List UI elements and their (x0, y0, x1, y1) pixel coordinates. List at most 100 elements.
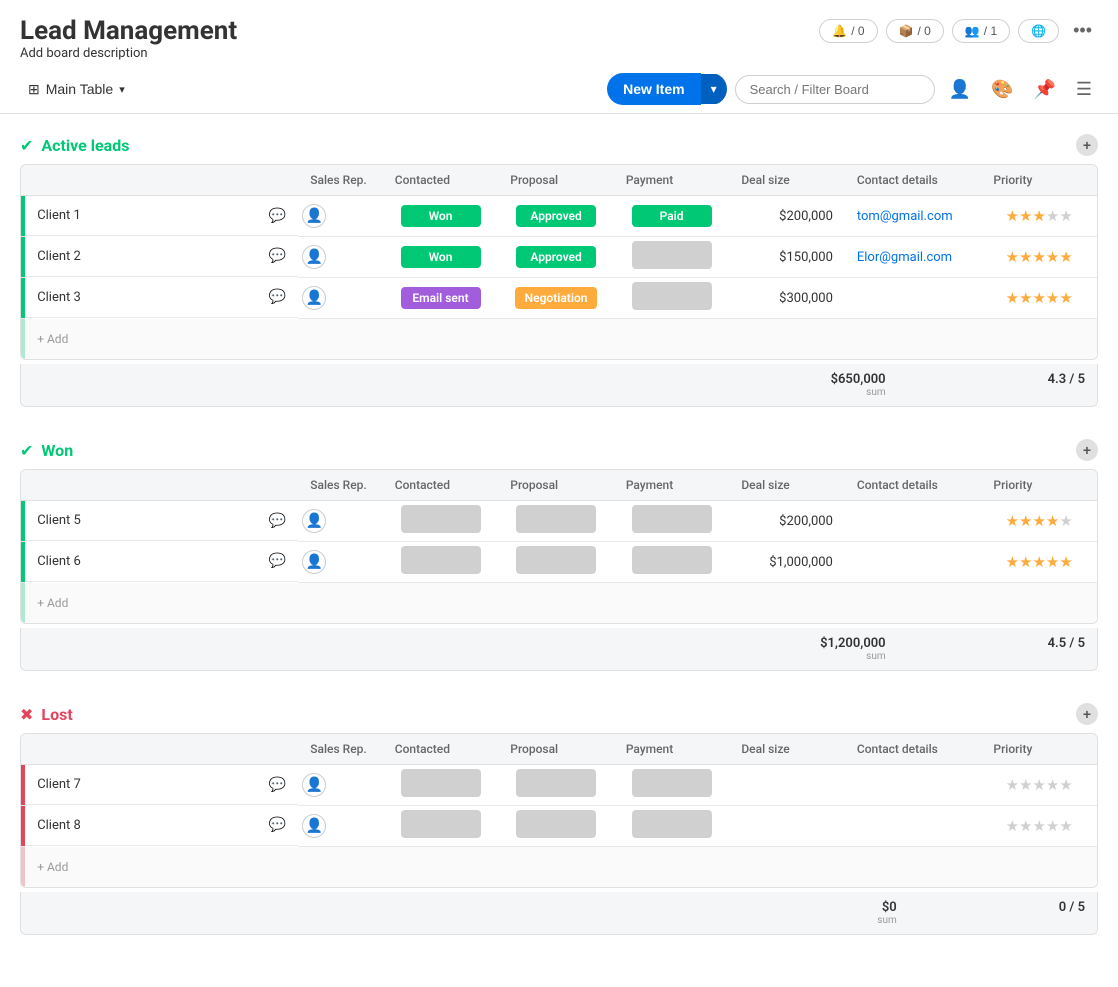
cell-name: Client 1 💬 (25, 196, 298, 236)
th-proposal-active: Proposal (498, 165, 614, 196)
comment-icon[interactable]: 💬 (269, 208, 286, 224)
badge-approved[interactable]: Approved (516, 246, 596, 268)
group-chevron-active[interactable]: ✔ (20, 136, 33, 155)
star-empty: ★ (1032, 776, 1045, 794)
cell-sales-rep: 👤 (298, 196, 382, 237)
star-filled: ★ (1006, 553, 1019, 571)
people-count: / 1 (984, 24, 997, 38)
badge-approved[interactable]: Approved (516, 205, 596, 227)
pin-icon-btn[interactable]: 📌 (1027, 75, 1061, 104)
group-add-btn-won[interactable]: + (1076, 439, 1098, 461)
badge-empty (632, 769, 712, 797)
activity-icon: 🔔 (832, 24, 847, 38)
cell-sales-rep: 👤 (298, 542, 382, 583)
comment-icon[interactable]: 💬 (269, 289, 286, 305)
main-table-btn[interactable]: ⊞ Main Table ▾ (20, 75, 133, 104)
badge-negotiation[interactable]: Negotiation (515, 287, 598, 309)
comment-icon[interactable]: 💬 (269, 817, 286, 833)
badge-email-sent[interactable]: Email sent (401, 287, 481, 309)
new-item-caret[interactable]: ▾ (701, 74, 727, 104)
comment-icon[interactable]: 💬 (269, 777, 286, 793)
star-filled: ★ (1032, 512, 1045, 530)
badge-empty (401, 810, 481, 838)
inbox-btn[interactable]: 📦 / 0 (886, 19, 944, 43)
group-title-lost[interactable]: Lost (41, 705, 72, 724)
group-chevron-won[interactable]: ✔ (20, 441, 33, 460)
th-contact-won: Contact details (845, 470, 982, 501)
cell-contacted[interactable]: Won (383, 237, 499, 278)
search-input[interactable] (735, 75, 935, 104)
more-btn[interactable]: ••• (1067, 16, 1098, 45)
people-btn[interactable]: 👥 / 1 (952, 19, 1010, 43)
cell-proposal[interactable] (498, 806, 614, 847)
cell-proposal[interactable]: Negotiation (498, 278, 614, 319)
sum-deal-won: $1,200,000 sum (820, 636, 886, 662)
cell-contacted[interactable] (383, 501, 499, 542)
globe-btn[interactable]: 🌐 (1018, 19, 1059, 43)
cell-payment[interactable] (614, 278, 730, 319)
cell-proposal[interactable] (498, 501, 614, 542)
th-payment-won: Payment (614, 470, 730, 501)
new-item-wrap: New Item ▾ (607, 73, 727, 105)
palette-icon-btn[interactable]: 🎨 (985, 75, 1019, 104)
star-empty: ★ (1046, 207, 1059, 225)
user-icon-btn[interactable]: 👤 (943, 75, 977, 104)
cell-payment[interactable] (614, 765, 730, 806)
cell-contacted[interactable]: Email sent (383, 278, 499, 319)
comment-icon[interactable]: 💬 (269, 553, 286, 569)
cell-contacted[interactable]: Won (383, 196, 499, 237)
table-row: Client 3 💬 👤 Email sent Negotiation $300… (21, 278, 1097, 319)
avatar: 👤 (302, 814, 326, 838)
cell-contacted[interactable] (383, 806, 499, 847)
cell-contacted[interactable] (383, 765, 499, 806)
cell-contacted[interactable] (383, 542, 499, 583)
cell-proposal[interactable] (498, 542, 614, 583)
star-filled: ★ (1006, 289, 1019, 307)
new-item-button[interactable]: New Item (607, 73, 700, 105)
add-link[interactable]: + Add (25, 852, 80, 882)
cell-payment[interactable]: Paid (614, 196, 730, 237)
activity-count: / 0 (851, 24, 864, 38)
content-area: ✔ Active leads + Sales Rep. Contacted Pr… (0, 114, 1118, 987)
cell-proposal[interactable]: Approved (498, 237, 614, 278)
group-lost: ✖ Lost + Sales Rep. Contacted Proposal P… (20, 703, 1098, 935)
page-subtitle[interactable]: Add board description (20, 46, 237, 61)
add-indicator-bar (21, 583, 25, 623)
cell-name: Client 6 💬 (25, 542, 298, 582)
th-deal-won: Deal size (729, 470, 845, 501)
comment-icon[interactable]: 💬 (269, 248, 286, 264)
badge-paid[interactable]: Paid (632, 205, 712, 227)
cell-payment[interactable] (614, 501, 730, 542)
add-link[interactable]: + Add (25, 324, 80, 354)
group-chevron-lost[interactable]: ✖ (20, 705, 33, 724)
cell-contact[interactable]: tom@gmail.com (845, 196, 982, 237)
comment-icon[interactable]: 💬 (269, 513, 286, 529)
activity-btn[interactable]: 🔔 / 0 (819, 19, 877, 43)
cell-payment[interactable] (614, 806, 730, 847)
cell-name: Client 5 💬 (25, 501, 298, 541)
th-sales-won: Sales Rep. (298, 470, 382, 501)
cell-contact (845, 501, 982, 542)
avatar: 👤 (302, 773, 326, 797)
cell-payment[interactable] (614, 237, 730, 278)
badge-empty (516, 769, 596, 797)
group-title-won[interactable]: Won (41, 441, 73, 460)
add-indicator (21, 583, 25, 624)
badge-won[interactable]: Won (401, 246, 481, 268)
cell-payment[interactable] (614, 542, 730, 583)
star-empty: ★ (1006, 776, 1019, 794)
group-title-active[interactable]: Active leads (41, 136, 129, 155)
star-filled: ★ (1006, 248, 1019, 266)
badge-won[interactable]: Won (401, 205, 481, 227)
cell-contact[interactable]: Elor@gmail.com (845, 237, 982, 278)
add-link[interactable]: + Add (25, 588, 80, 618)
avatar: 👤 (302, 509, 326, 533)
group-header-won: ✔ Won + (20, 439, 1098, 461)
filter-icon-btn[interactable]: ☰ (1070, 75, 1098, 104)
star-filled: ★ (1059, 553, 1072, 571)
group-add-btn-active[interactable]: + (1076, 134, 1098, 156)
group-add-btn-lost[interactable]: + (1076, 703, 1098, 725)
cell-proposal[interactable]: Approved (498, 196, 614, 237)
cell-priority: ★★★★★ (981, 237, 1097, 278)
cell-proposal[interactable] (498, 765, 614, 806)
